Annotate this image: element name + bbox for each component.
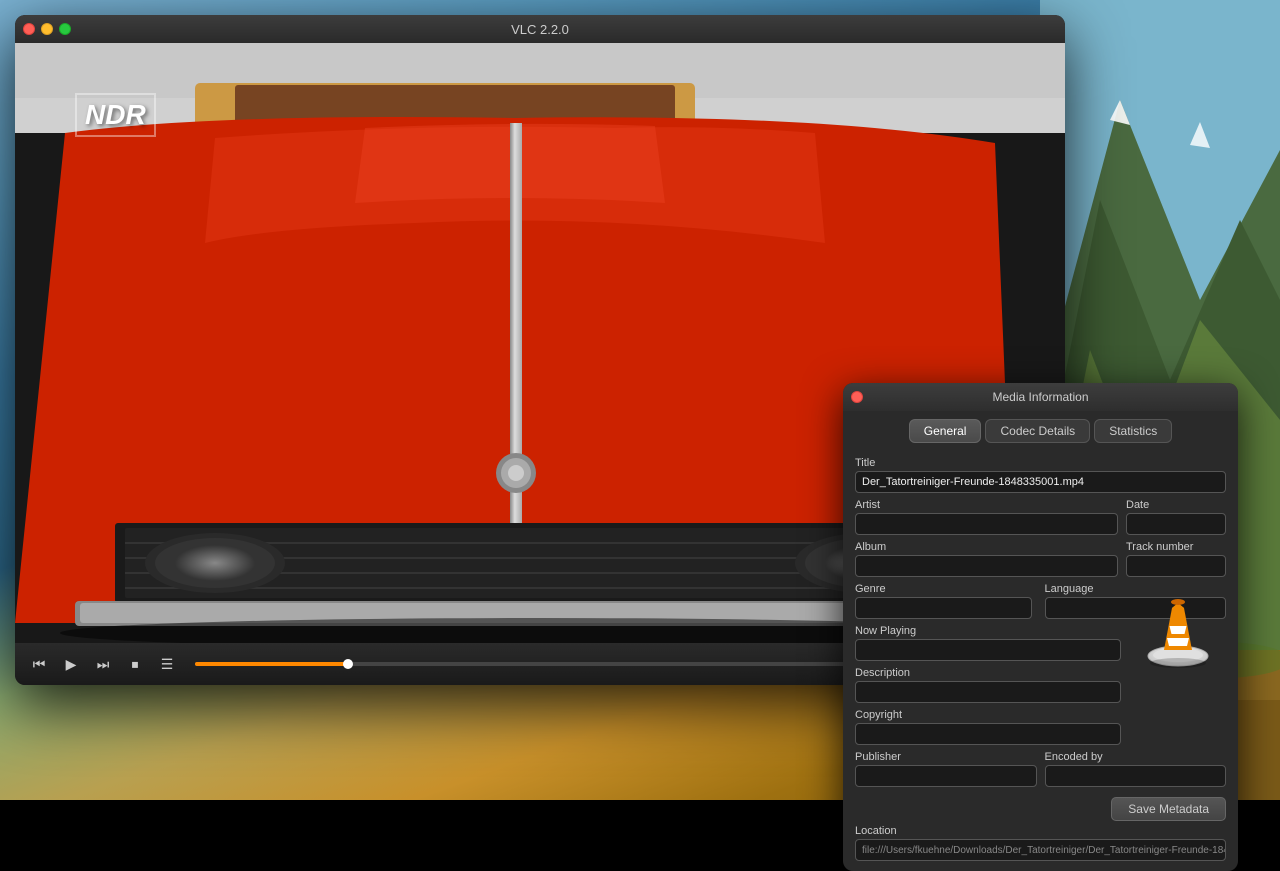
now-playing-label: Now Playing (855, 625, 1121, 637)
maximize-button[interactable] (59, 23, 71, 35)
tab-statistics[interactable]: Statistics (1094, 419, 1172, 443)
copyright-input[interactable] (855, 723, 1121, 745)
artist-date-row: Artist Date (855, 499, 1226, 535)
publisher-group: Publisher (855, 751, 1037, 787)
encoded-by-label: Encoded by (1045, 751, 1227, 763)
track-number-input[interactable] (1126, 555, 1226, 577)
ndr-logo: NDR (75, 93, 156, 137)
date-label: Date (1126, 499, 1226, 511)
album-label: Album (855, 541, 1118, 553)
encoded-by-input[interactable] (1045, 765, 1227, 787)
genre-language-section: Genre Language Now Playing (855, 583, 1226, 745)
publisher-label: Publisher (855, 751, 1037, 763)
date-group: Date (1126, 499, 1226, 535)
dialog-title: Media Information (992, 390, 1088, 404)
album-track-row: Album Track number (855, 541, 1226, 577)
date-input[interactable] (1126, 513, 1226, 535)
artist-label: Artist (855, 499, 1118, 511)
copyright-label: Copyright (855, 709, 1121, 721)
publisher-encoded-row: Publisher Encoded by (855, 751, 1226, 787)
genre-input[interactable] (855, 597, 1032, 619)
title-input[interactable] (855, 471, 1226, 493)
copyright-row: Copyright (855, 709, 1226, 745)
play-button[interactable]: ▶ (59, 652, 83, 676)
window-title: VLC 2.2.0 (511, 22, 569, 37)
genre-group: Genre (855, 583, 1037, 619)
tab-bar: General Codec Details Statistics (843, 411, 1238, 449)
encoded-by-group: Encoded by (1045, 751, 1227, 787)
stop-button[interactable]: ⏹ (123, 652, 147, 676)
progress-fill (195, 662, 348, 666)
playlist-icon: ☰ (161, 656, 174, 673)
track-number-label: Track number (1126, 541, 1226, 553)
dialog-close-button[interactable] (851, 391, 863, 403)
stop-icon: ⏹ (132, 656, 139, 673)
rewind-icon: ⏮ (33, 656, 46, 673)
location-section: Location file:///Users/fkuehne/Downloads… (843, 825, 1238, 871)
album-input[interactable] (855, 555, 1118, 577)
publisher-input[interactable] (855, 765, 1037, 787)
rewind-button[interactable]: ⏮ (27, 652, 51, 676)
album-group: Album (855, 541, 1118, 577)
track-number-group: Track number (1126, 541, 1226, 577)
fast-forward-button[interactable]: ⏭ (91, 652, 115, 676)
description-input[interactable] (855, 681, 1121, 703)
location-label: Location (855, 825, 1226, 837)
minimize-button[interactable] (41, 23, 53, 35)
now-playing-input[interactable] (855, 639, 1121, 661)
vlc-logo-container (1131, 583, 1226, 678)
dialog-title-bar: Media Information (843, 383, 1238, 411)
fast-forward-icon: ⏭ (97, 656, 110, 673)
location-value: file:///Users/fkuehne/Downloads/Der_Tato… (855, 839, 1226, 861)
media-info-dialog: Media Information General Codec Details … (843, 383, 1238, 871)
form-area: Title Artist Date Album Track number (843, 449, 1238, 801)
genre-label: Genre (855, 583, 1037, 595)
title-bar: VLC 2.2.0 (15, 15, 1065, 43)
save-metadata-button[interactable]: Save Metadata (1111, 797, 1226, 821)
artist-input[interactable] (855, 513, 1118, 535)
artist-group: Artist (855, 499, 1118, 535)
title-label: Title (855, 457, 1226, 469)
tab-codec-details[interactable]: Codec Details (985, 419, 1090, 443)
playlist-button[interactable]: ☰ (155, 652, 179, 676)
play-icon: ▶ (66, 656, 77, 673)
description-label: Description (855, 667, 1121, 679)
title-field-row: Title (855, 457, 1226, 493)
close-button[interactable] (23, 23, 35, 35)
tab-general[interactable]: General (909, 419, 982, 443)
progress-thumb (343, 659, 353, 669)
traffic-lights (23, 23, 71, 35)
